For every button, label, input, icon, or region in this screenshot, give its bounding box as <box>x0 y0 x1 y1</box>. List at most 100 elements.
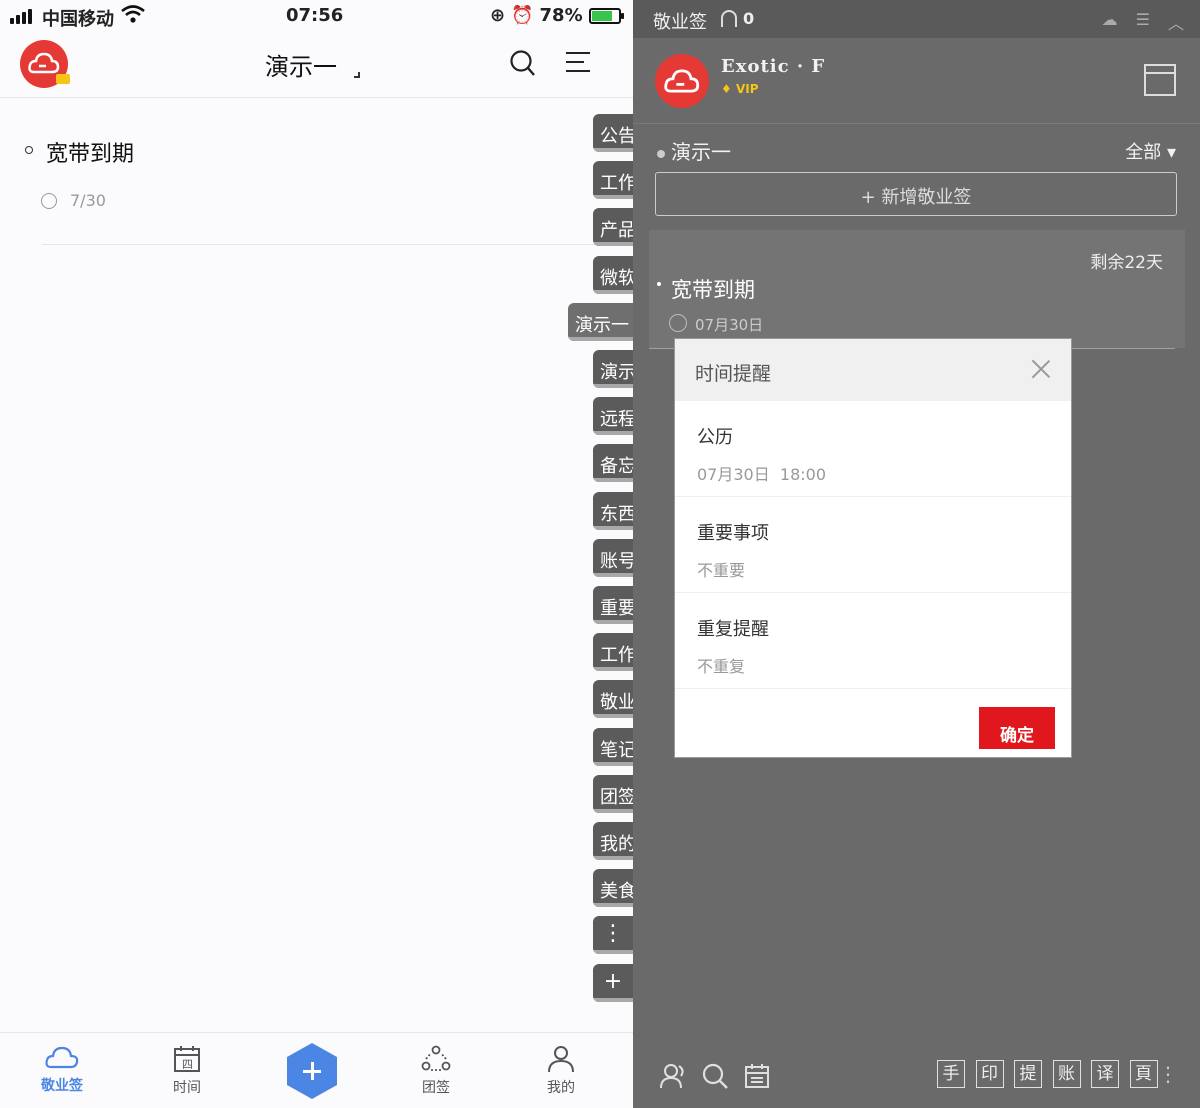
calendar-icon: 四 <box>174 1046 200 1072</box>
tab-item[interactable]: 演示 <box>593 350 633 388</box>
tab-item[interactable]: 重要 <box>593 586 633 624</box>
dialog-header: 时间提醒 <box>675 339 1071 401</box>
tab-item[interactable]: 产品 <box>593 208 633 247</box>
add-note-button[interactable] <box>287 1043 337 1099</box>
nav-time-label: 时间 <box>173 1080 201 1096</box>
row-value: 07月30日 18:00 <box>697 465 827 484</box>
app-header: 演示一 <box>0 32 633 98</box>
nav-home-label: 敬业签 <box>41 1078 83 1094</box>
tab-item[interactable]: 东西 <box>593 491 633 530</box>
tab-item[interactable]: 团签 <box>593 774 633 813</box>
more-icon[interactable]: ⋮ <box>1158 1062 1178 1086</box>
window-title: 敬业签 <box>653 12 707 33</box>
more-tabs-icon[interactable]: ⋮ <box>593 916 633 955</box>
time-reminder-dialog: 时间提醒 公历 07月30日 18:00 重要事项 不重要 重复提醒 不重复 确… <box>674 338 1072 758</box>
calendar-icon[interactable] <box>1144 64 1176 96</box>
tab-item[interactable]: 远程 <box>593 397 633 436</box>
collapse-icon[interactable]: ︿ <box>1168 10 1184 34</box>
tool-button[interactable]: 译 <box>1091 1060 1119 1088</box>
vip-badge-label: VIP <box>735 82 759 96</box>
tool-button[interactable]: 提 <box>1014 1060 1042 1088</box>
folder-dot-icon <box>657 149 665 158</box>
nav-team-label: 团签 <box>422 1080 450 1096</box>
folder-title-label: 演示一 <box>671 140 731 164</box>
user-header: Exotic · F ♦ VIP <box>633 38 1200 124</box>
nav-profile[interactable]: 我的 <box>521 1045 601 1097</box>
repeat-row[interactable]: 重复提醒 不重复 <box>675 593 1071 689</box>
team-icon <box>421 1045 451 1071</box>
folder-title[interactable]: 演示一 <box>657 136 731 165</box>
tab-item[interactable]: 公告 <box>593 114 633 152</box>
tab-item[interactable]: 我的 <box>593 822 633 860</box>
note-title: 宽带到期 <box>657 274 755 304</box>
page-title[interactable]: 演示一 <box>265 47 337 82</box>
battery-icon <box>588 7 624 24</box>
clock-icon <box>41 193 57 209</box>
tab-item[interactable]: 演示一 <box>568 302 633 341</box>
tab-item[interactable]: 工作 <box>593 161 633 200</box>
divider <box>42 244 612 245</box>
tool-button[interactable]: 手 <box>937 1060 965 1088</box>
tab-item[interactable]: 微软 <box>593 255 633 294</box>
dialog-title: 时间提醒 <box>695 363 772 385</box>
tab-item[interactable]: 备忘 <box>593 444 633 483</box>
tab-item[interactable]: 工作 <box>593 633 633 672</box>
menu-icon[interactable]: ☰ <box>1136 10 1150 34</box>
tab-item[interactable]: 笔记 <box>593 727 633 766</box>
search-icon[interactable] <box>701 1062 729 1090</box>
confirm-button[interactable]: 确定 <box>979 707 1055 749</box>
note-card[interactable]: 剩余22天 宽带到期 07月30日 <box>649 230 1185 349</box>
avatar[interactable] <box>655 54 709 108</box>
vip-badge: ♦ VIP <box>721 82 759 96</box>
row-label: 公历 <box>697 427 733 448</box>
tool-button[interactable]: 頁 <box>1129 1060 1158 1088</box>
row-value: 不重要 <box>697 561 746 580</box>
cloud-logo-icon <box>664 69 700 93</box>
cloud-icon <box>45 1046 79 1069</box>
tab-item[interactable]: 美食 <box>593 869 633 908</box>
menu-icon[interactable] <box>566 52 592 74</box>
notify-count: 0 <box>743 9 755 28</box>
clock-icon <box>669 314 687 332</box>
sync-cloud-icon[interactable]: ☁ <box>1102 10 1118 34</box>
tool-button[interactable]: 账 <box>1052 1060 1081 1088</box>
wifi-icon <box>121 5 145 23</box>
add-tab-icon[interactable]: + <box>593 963 633 1002</box>
add-note-button[interactable]: + 新增敬业签 <box>655 172 1177 216</box>
calendar-list-icon[interactable] <box>743 1062 771 1090</box>
tool-button[interactable]: 印 <box>975 1060 1004 1088</box>
nav-team[interactable]: 团签 <box>396 1045 476 1097</box>
note-title: 宽带到期 <box>46 142 135 167</box>
desktop-toolbar: 手印提账译頁 ⋮ <box>633 1042 1200 1108</box>
user-name: Exotic · F <box>721 56 826 77</box>
category-tabs: 公告 工作 产品 微软 演示一 演示 远程 备忘 东西 账号 重要 工作 敬业 笔记 团签 我的 美食 ⋮ + <box>566 114 633 1014</box>
nav-time[interactable]: 四 时间 <box>147 1045 227 1097</box>
importance-row[interactable]: 重要事项 不重要 <box>675 497 1071 593</box>
battery-percent: 78% <box>539 5 583 26</box>
calendar-row[interactable]: 公历 07月30日 18:00 <box>675 401 1071 497</box>
alarm-icon: ⏰ <box>511 5 534 26</box>
bottom-nav: 敬业签 四 时间 团签 我的 <box>0 1032 633 1108</box>
row-value: 不重复 <box>697 657 746 676</box>
tab-item[interactable]: 敬业 <box>593 680 633 719</box>
app-logo[interactable] <box>20 40 70 88</box>
carrier-name: 中国移动 <box>42 9 114 30</box>
window-titlebar: 敬业签 0 ☁ ☰ ︿ <box>633 0 1200 38</box>
svg-text:四: 四 <box>182 1058 193 1071</box>
filter-select-label: 全部 <box>1125 142 1162 163</box>
nav-home[interactable]: 敬业签 <box>22 1045 102 1095</box>
filter-select[interactable]: 全部 ▾ <box>1125 138 1176 164</box>
cloud-logo-icon <box>28 52 60 74</box>
search-icon[interactable] <box>510 50 536 78</box>
close-icon[interactable] <box>1031 359 1051 379</box>
vip-crown-icon <box>56 74 70 84</box>
title-dropdown-icon[interactable] <box>354 72 360 78</box>
tab-item[interactable]: 账号 <box>593 538 633 577</box>
signal-icon <box>10 8 38 24</box>
phone-app: 中国移动 07:56 ⊕ ⏰ 78% 演示一 宽带到期 7/30 公告 工作 产… <box>0 0 633 1108</box>
note-bullet-icon <box>25 146 33 154</box>
clock-time: 07:56 <box>286 5 344 26</box>
desktop-app: 敬业签 0 ☁ ☰ ︿ Exotic · F ♦ VIP 演示一 全部 ▾ + … <box>633 0 1200 1108</box>
bell-icon[interactable] <box>721 10 737 27</box>
contacts-icon[interactable] <box>659 1062 687 1090</box>
